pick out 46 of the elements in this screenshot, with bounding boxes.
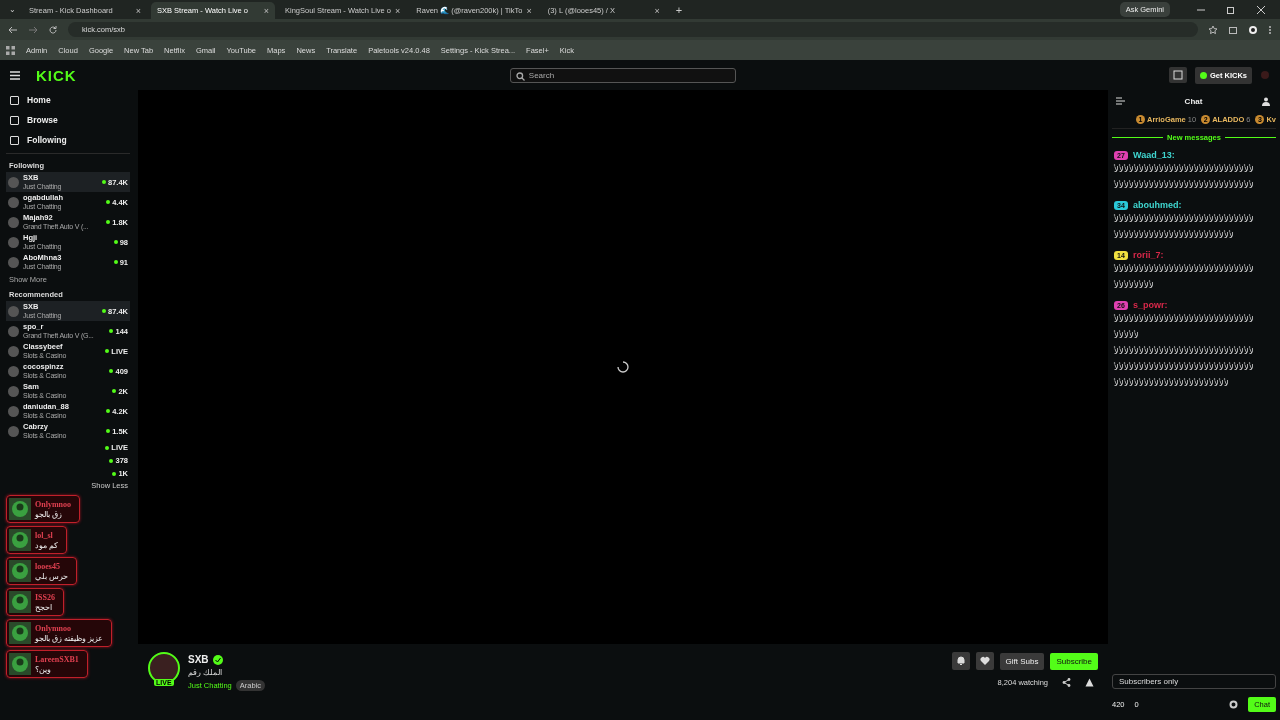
streamer-name[interactable]: SXB <box>188 654 209 665</box>
chat-title: Chat <box>1184 96 1203 106</box>
alert-name: LareenSXB1 <box>35 654 79 664</box>
chat-username[interactable]: abouhmed: <box>1133 200 1182 210</box>
alert-name: ISS26 <box>35 592 55 602</box>
layout-icon[interactable] <box>1168 67 1187 83</box>
gift-subs-button[interactable]: Gift Subs <box>999 652 1045 670</box>
nav-link[interactable]: Home <box>6 90 130 110</box>
alert-name: lol_sl <box>35 530 54 540</box>
logo[interactable]: KICK <box>36 66 77 84</box>
chat-username[interactable]: s_powr: <box>1133 300 1168 310</box>
close-tab-button[interactable]: × <box>654 5 660 16</box>
bell-icon[interactable] <box>951 652 970 670</box>
forward-icon[interactable] <box>28 24 38 35</box>
alert-name: Onlymnoo <box>35 623 72 633</box>
new-tab-button[interactable]: + <box>669 3 689 16</box>
tab-list-button[interactable]: ⌄ <box>6 5 19 14</box>
close-tab-button[interactable]: × <box>526 5 532 16</box>
chat-username[interactable]: rorii_7: <box>1133 250 1164 260</box>
chat-username[interactable]: Waad_13: <box>1133 150 1175 160</box>
apps-icon[interactable] <box>6 45 15 55</box>
search-field[interactable]: Search <box>509 67 736 83</box>
alert-name: looes45 <box>35 561 61 571</box>
close-icon[interactable] <box>1256 4 1266 15</box>
nav-link[interactable]: Following <box>6 130 130 150</box>
profile-icon[interactable] <box>1248 24 1258 35</box>
restore-icon[interactable] <box>1226 4 1236 15</box>
reload-icon[interactable] <box>48 24 58 35</box>
star-icon[interactable] <box>1208 24 1218 35</box>
back-icon[interactable] <box>8 24 18 35</box>
warning-icon[interactable] <box>1085 678 1094 687</box>
users-icon[interactable] <box>1262 96 1272 106</box>
close-tab-button[interactable]: × <box>263 5 269 16</box>
extensions-icon[interactable] <box>1228 24 1238 35</box>
collapse-icon[interactable] <box>1116 97 1125 105</box>
share-icon[interactable] <box>1062 678 1071 687</box>
nav-link[interactable]: Browse <box>6 110 130 130</box>
close-tab-button[interactable]: × <box>135 5 141 16</box>
chat-input[interactable]: Subscribers only <box>1112 674 1276 689</box>
verified-icon <box>212 654 223 665</box>
loading-spinner-icon <box>617 361 629 373</box>
subscribe-button[interactable]: Subscribe <box>1050 652 1098 670</box>
close-tab-button[interactable]: × <box>395 5 401 16</box>
alert-name: Onlymnoo <box>35 499 71 509</box>
menu-icon[interactable] <box>10 70 20 80</box>
stream-title: الملك رقم <box>188 668 224 677</box>
